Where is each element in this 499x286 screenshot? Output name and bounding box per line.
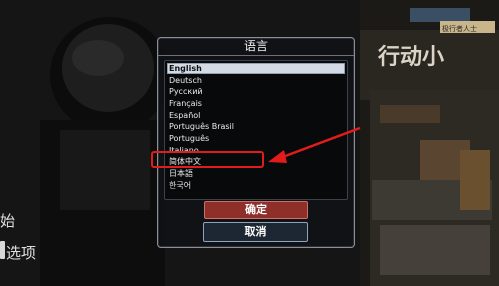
language-item-english[interactable]: English	[167, 63, 345, 74]
language-item-korean[interactable]: 한국어	[167, 180, 345, 191]
language-item-french[interactable]: Français	[167, 98, 345, 109]
language-item-deutsch[interactable]: Deutsch	[167, 75, 345, 86]
banner-tag: 极行者人士	[442, 24, 477, 33]
language-item-russian[interactable]: Русский	[167, 86, 345, 97]
language-item-japanese[interactable]: 日本語	[167, 168, 345, 179]
game-poster	[360, 0, 499, 286]
start-menu-label[interactable]: 始	[0, 210, 15, 231]
cancel-button[interactable]: 取消	[203, 222, 308, 242]
language-item-portuguese[interactable]: Português	[167, 133, 345, 144]
language-list[interactable]: English Deutsch Русский Français Español…	[164, 60, 348, 200]
language-item-spanish[interactable]: Español	[167, 110, 345, 121]
confirm-button[interactable]: 确定	[204, 201, 308, 219]
options-menu-label[interactable]: 选项	[6, 242, 36, 263]
annotation-highlight-box	[151, 151, 264, 168]
banner-text: 行动小	[377, 44, 444, 70]
dialog-title: 语言	[158, 38, 354, 56]
options-icon	[0, 241, 5, 259]
language-item-portuguese-brasil[interactable]: Português Brasil	[167, 121, 345, 132]
